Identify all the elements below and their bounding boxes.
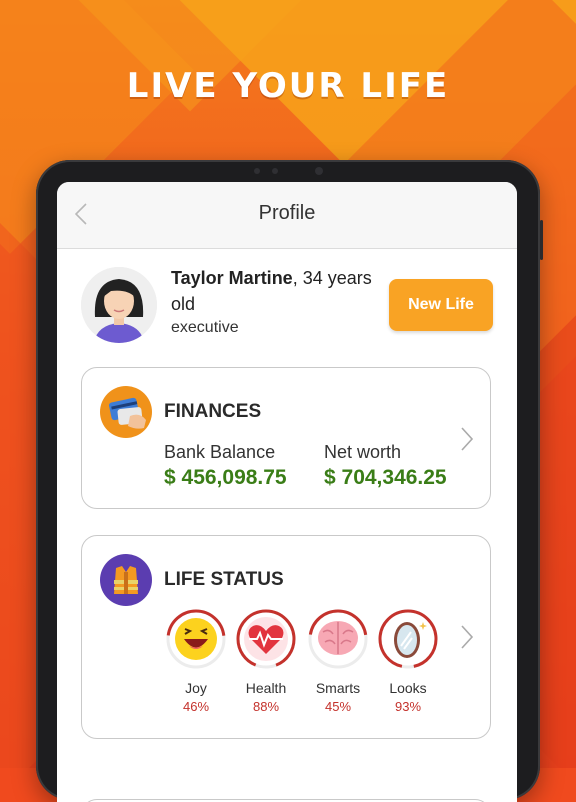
stat-label: Joy <box>185 680 207 696</box>
heart-icon <box>244 617 288 661</box>
net-worth-label: Net worth <box>324 442 402 462</box>
stat-looks[interactable]: Looks 93% <box>376 608 440 714</box>
stat-ring <box>165 608 227 670</box>
avatar <box>81 267 157 343</box>
stat-percent: 46% <box>182 699 210 714</box>
life-status-icon <box>100 554 152 606</box>
stat-label: Health <box>245 680 287 696</box>
stat-ring <box>307 608 369 670</box>
stat-health[interactable]: Health 88% <box>234 608 298 714</box>
camera-lens <box>315 167 323 175</box>
tablet-frame: Profile Taylor Martine, 34 years old exe… <box>36 160 543 802</box>
stat-label: Smarts <box>315 680 361 696</box>
nav-bar: Profile <box>57 182 517 249</box>
new-life-button[interactable]: New Life <box>389 279 493 331</box>
bank-balance-value: $ 456,098.75 <box>164 466 287 489</box>
chevron-right-icon <box>461 427 474 451</box>
brain-icon <box>318 621 358 655</box>
stat-ring <box>235 608 297 670</box>
page-title: Profile <box>258 202 316 224</box>
stat-label: Looks <box>389 680 427 696</box>
stat-smarts[interactable]: Smarts 45% <box>306 608 370 714</box>
chevron-right-icon <box>461 625 474 649</box>
bank-balance-label: Bank Balance <box>164 442 276 462</box>
net-worth-value: $ 704,346.25 <box>324 466 447 489</box>
vest-icon <box>114 566 138 594</box>
side-button <box>540 220 543 260</box>
life-status-card[interactable]: LIFE STATUS Joy 46% Health 88% Smarts 45… <box>81 535 491 739</box>
camera-dot <box>254 168 260 174</box>
stat-joy[interactable]: Joy 46% <box>164 608 228 714</box>
woman-avatar-icon <box>81 267 157 343</box>
finances-icon <box>100 386 152 438</box>
mirror-icon <box>394 622 427 658</box>
profile-content: Taylor Martine, 34 years old executive N… <box>57 249 517 802</box>
profile-name: Taylor Martine <box>171 268 293 288</box>
stat-percent: 93% <box>394 699 422 714</box>
happy-face-icon <box>175 618 217 660</box>
app-screen: Profile Taylor Martine, 34 years old exe… <box>57 182 517 802</box>
profile-header: Taylor Martine, 34 years old executive N… <box>81 263 501 343</box>
promo-headline: LIVE YOUR LIFE <box>126 66 450 106</box>
life-status-title: LIFE STATUS <box>164 569 284 590</box>
profile-job: executive <box>171 319 239 336</box>
finances-title: FINANCES <box>164 401 262 422</box>
stat-ring <box>377 608 439 670</box>
finances-card[interactable]: FINANCES Bank Balance $ 456,098.75 Net w… <box>81 367 491 509</box>
profile-name-age: Taylor Martine, 34 years old <box>171 265 391 317</box>
stat-percent: 88% <box>252 699 280 714</box>
credit-card-icon <box>108 397 146 429</box>
stat-percent: 45% <box>324 699 352 714</box>
camera-dot <box>272 168 278 174</box>
